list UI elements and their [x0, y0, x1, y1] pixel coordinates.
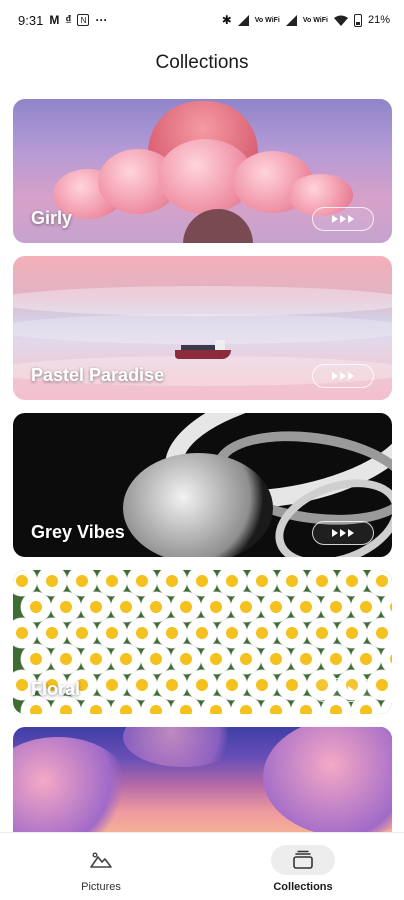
page-title: Collections	[155, 52, 249, 73]
signal-icon	[237, 14, 249, 26]
collection-card-sky[interactable]	[13, 727, 392, 833]
status-right: ✱ Vo WiFi Vo WiFi 21%	[222, 13, 390, 27]
collection-card-girly[interactable]: Girly	[13, 99, 392, 243]
notification-currency-icon: ₫	[65, 13, 72, 27]
collection-title: Floral	[31, 679, 81, 699]
wifi-icon	[333, 15, 348, 26]
collection-title: Grey Vibes	[31, 522, 125, 542]
collection-card-pastel-paradise[interactable]: Pastel Paradise	[13, 256, 392, 400]
vowifi-label: Vo WiFi	[254, 16, 280, 24]
open-collection-button[interactable]	[312, 678, 374, 702]
nav-item-collections[interactable]: Collections	[202, 833, 404, 900]
collection-title: Pastel Paradise	[31, 365, 165, 385]
girly-artwork-cloud	[53, 139, 353, 219]
stack-icon	[293, 850, 313, 869]
bluetooth-icon: ✱	[221, 13, 232, 27]
sky-cloud-artwork	[123, 727, 243, 767]
mountain-image-icon	[90, 852, 112, 868]
collection-card-grey-vibes[interactable]: Grey Vibes	[13, 413, 392, 557]
notification-m-icon: M	[49, 13, 60, 27]
nav-label: Pictures	[81, 881, 121, 893]
open-collection-button[interactable]	[312, 521, 374, 545]
collection-card-floral[interactable]: Floral	[13, 570, 392, 714]
nav-item-pictures[interactable]: Pictures	[0, 833, 202, 900]
open-collection-button[interactable]	[312, 207, 374, 231]
battery-icon	[353, 13, 362, 27]
more-notifications-icon: ···	[95, 13, 108, 27]
sky-cloud-artwork	[263, 727, 392, 833]
face-artwork	[123, 453, 273, 557]
collection-title: Girly	[31, 208, 73, 228]
signal-icon-2	[285, 14, 297, 26]
battery-level: 21%	[367, 14, 390, 26]
status-time: 9:31	[18, 12, 44, 28]
nav-icon-container	[271, 845, 335, 875]
nav-icon-container	[69, 845, 133, 875]
notification-n-icon: N	[77, 14, 90, 26]
status-bar: 9:31 M ₫ N ··· ✱ Vo WiFi Vo WiFi 21%	[0, 0, 404, 40]
cloud-layer	[13, 314, 392, 344]
collections-list: Girly Pastel Paradise Grey Vibes Floral	[13, 99, 392, 846]
status-left: 9:31 M ₫ N ···	[18, 13, 107, 28]
open-collection-button[interactable]	[312, 364, 374, 388]
cloud-layer	[13, 286, 392, 316]
ship-artwork	[175, 340, 231, 359]
sky-cloud-artwork	[13, 737, 133, 833]
nav-label: Collections	[273, 881, 333, 893]
vowifi-label-2: Vo WiFi	[302, 16, 328, 24]
bottom-navigation: Pictures Collections	[0, 832, 404, 900]
